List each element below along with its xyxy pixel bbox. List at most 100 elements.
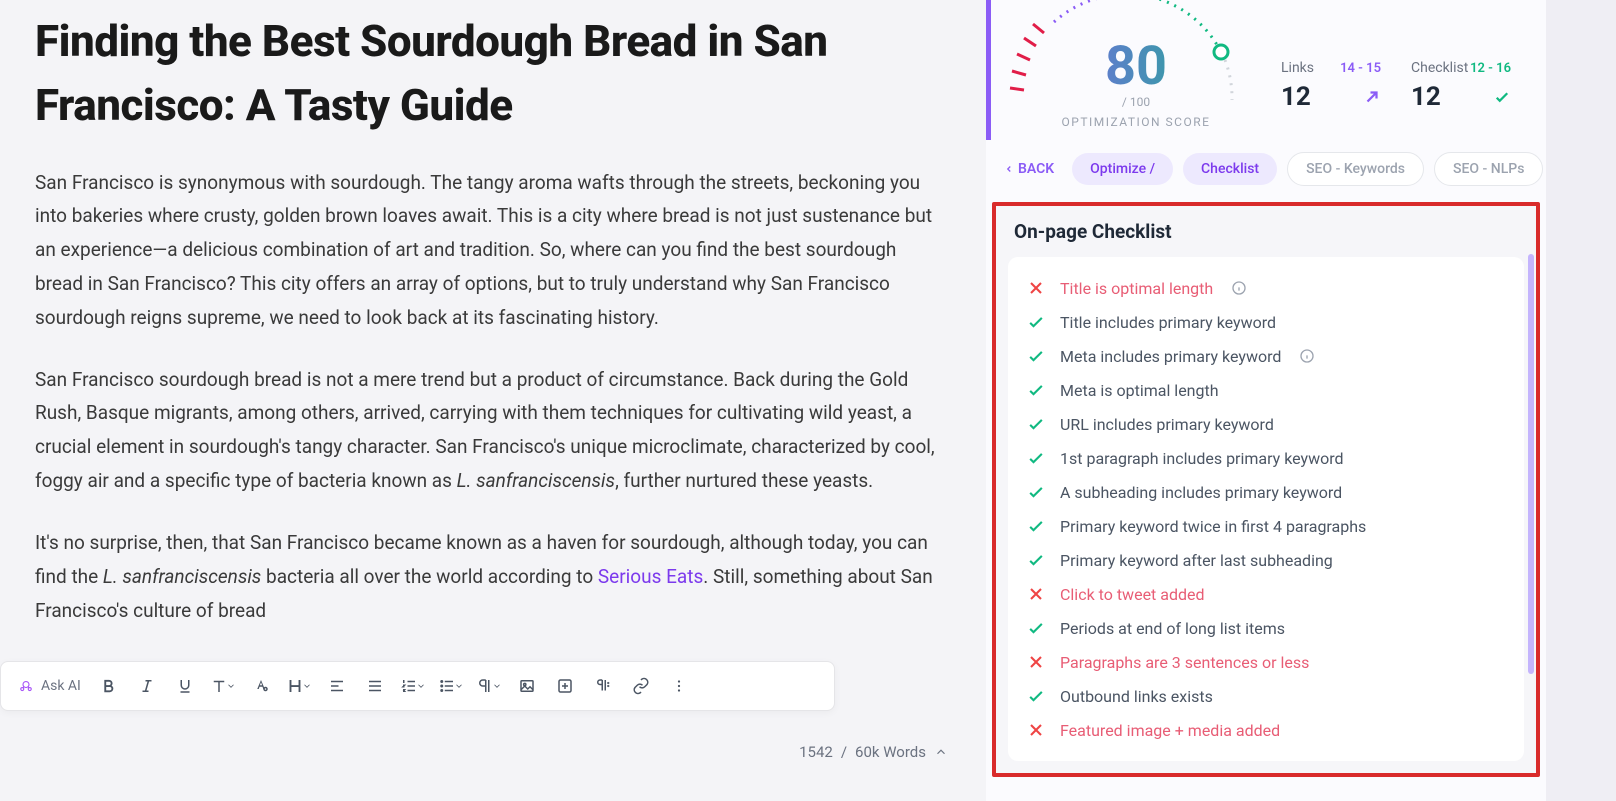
image-icon bbox=[518, 677, 536, 695]
checklist-item[interactable]: Click to tweet added bbox=[1026, 577, 1506, 611]
more-button[interactable] bbox=[661, 668, 697, 704]
show-formatting-button[interactable] bbox=[585, 668, 621, 704]
paragraph-2[interactable]: San Francisco sourdough bread is not a m… bbox=[35, 363, 945, 498]
word-count[interactable]: 1542 / 60k Words bbox=[799, 743, 948, 761]
link-icon bbox=[632, 677, 650, 695]
italic-button[interactable] bbox=[129, 668, 165, 704]
score-value: 80 bbox=[1011, 35, 1261, 98]
chevron-left-icon bbox=[1004, 164, 1014, 174]
x-icon bbox=[1026, 652, 1046, 672]
checklist-item-text: Primary keyword after last subheading bbox=[1060, 551, 1333, 570]
info-icon[interactable] bbox=[1231, 280, 1247, 296]
score-label: OPTIMIZATION SCORE bbox=[1011, 115, 1261, 129]
chevron-down-icon bbox=[454, 681, 464, 691]
ask-ai-button[interactable]: Ask AI bbox=[9, 668, 89, 704]
checklist-item[interactable]: Featured image + media added bbox=[1026, 713, 1506, 747]
paragraph-3[interactable]: It's no surprise, then, that San Francis… bbox=[35, 526, 945, 627]
checklist-item[interactable]: Primary keyword after last subheading bbox=[1026, 543, 1506, 577]
more-vertical-icon bbox=[670, 677, 688, 695]
italic-icon bbox=[138, 677, 156, 695]
scrollbar[interactable] bbox=[1528, 254, 1534, 763]
bullet-list-button[interactable] bbox=[433, 668, 469, 704]
align-left-icon bbox=[328, 677, 346, 695]
paragraph-1[interactable]: San Francisco is synonymous with sourdou… bbox=[35, 166, 945, 335]
checklist-item[interactable]: A subheading includes primary keyword bbox=[1026, 475, 1506, 509]
tab-optimize[interactable]: Optimize / bbox=[1072, 153, 1173, 185]
checklist-item[interactable]: Primary keyword twice in first 4 paragra… bbox=[1026, 509, 1506, 543]
tabs-row: BACK Optimize / Checklist SEO - Keywords… bbox=[986, 140, 1546, 198]
image-button[interactable] bbox=[509, 668, 545, 704]
checklist-item-text: Title includes primary keyword bbox=[1060, 313, 1276, 332]
metric-links: Links 14 - 15 12 bbox=[1281, 60, 1381, 112]
check-icon bbox=[1026, 516, 1046, 536]
metric-value: 12 bbox=[1281, 82, 1311, 112]
check-icon bbox=[1026, 414, 1046, 434]
arrow-up-right-icon bbox=[1363, 88, 1381, 106]
check-icon bbox=[1493, 88, 1511, 106]
article-body[interactable]: San Francisco is synonymous with sourdou… bbox=[35, 166, 945, 718]
paragraph-direction-button[interactable] bbox=[471, 668, 507, 704]
underline-button[interactable] bbox=[167, 668, 203, 704]
x-icon bbox=[1026, 584, 1046, 604]
metric-target: 12 - 16 bbox=[1470, 61, 1511, 76]
ai-icon bbox=[17, 677, 35, 695]
checklist-item[interactable]: Outbound links exists bbox=[1026, 679, 1506, 713]
text-tool-button[interactable] bbox=[205, 668, 241, 704]
insert-block-button[interactable] bbox=[547, 668, 583, 704]
ordered-list-button[interactable] bbox=[395, 668, 431, 704]
score-denom: / 100 bbox=[1011, 95, 1261, 109]
checklist-title: On-page Checklist bbox=[996, 220, 1536, 257]
check-icon bbox=[1026, 448, 1046, 468]
checklist-item-text: A subheading includes primary keyword bbox=[1060, 483, 1342, 502]
checklist-item[interactable]: Meta is optimal length bbox=[1026, 373, 1506, 407]
article-title[interactable]: Finding the Best Sourdough Bread in San … bbox=[35, 10, 945, 138]
checklist-item[interactable]: Periods at end of long list items bbox=[1026, 611, 1506, 645]
checklist-item[interactable]: Title includes primary keyword bbox=[1026, 305, 1506, 339]
text-color-icon bbox=[252, 677, 270, 695]
checklist-item-text: Meta includes primary keyword bbox=[1060, 347, 1281, 366]
align-left-button[interactable] bbox=[319, 668, 355, 704]
align-justify-button[interactable] bbox=[357, 668, 393, 704]
tab-seo-nlps[interactable]: SEO - NLPs bbox=[1434, 152, 1543, 186]
checklist-card: Title is optimal length Title includes pr… bbox=[1008, 257, 1524, 761]
check-icon bbox=[1026, 380, 1046, 400]
metric-checklist: Checklist12 - 16 12 bbox=[1411, 60, 1511, 112]
scrollbar-thumb[interactable] bbox=[1528, 254, 1534, 674]
metric-label: Checklist bbox=[1411, 60, 1468, 76]
check-icon bbox=[1026, 346, 1046, 366]
checklist-item[interactable]: Meta includes primary keyword bbox=[1026, 339, 1506, 373]
editor-area: Finding the Best Sourdough Bread in San … bbox=[0, 0, 980, 801]
bold-button[interactable] bbox=[91, 668, 127, 704]
tab-seo-keywords[interactable]: SEO - Keywords bbox=[1287, 152, 1424, 186]
collapsed-sidebar bbox=[1546, 0, 1616, 801]
link-button[interactable] bbox=[623, 668, 659, 704]
checklist-item[interactable]: 1st paragraph includes primary keyword bbox=[1026, 441, 1506, 475]
checklist-item-text: Paragraphs are 3 sentences or less bbox=[1060, 653, 1309, 672]
metric-value: 12 bbox=[1411, 82, 1441, 112]
checklist-item-text: Outbound links exists bbox=[1060, 687, 1213, 706]
info-icon[interactable] bbox=[1299, 348, 1315, 364]
checklist-item[interactable]: URL includes primary keyword bbox=[1026, 407, 1506, 441]
align-justify-icon bbox=[366, 677, 384, 695]
tab-checklist[interactable]: Checklist bbox=[1183, 153, 1277, 185]
x-icon bbox=[1026, 278, 1046, 298]
checklist-item[interactable]: Title is optimal length bbox=[1026, 271, 1506, 305]
link-serious-eats[interactable]: Serious Eats bbox=[598, 565, 703, 588]
chevron-down-icon bbox=[302, 681, 312, 691]
metric-target: 14 - 15 bbox=[1340, 61, 1381, 76]
chevron-up-icon bbox=[934, 745, 948, 759]
check-icon bbox=[1026, 686, 1046, 706]
checklist-panel: On-page Checklist Title is optimal lengt… bbox=[992, 202, 1540, 777]
checklist-item-text: Primary keyword twice in first 4 paragra… bbox=[1060, 517, 1366, 536]
metrics: Links 14 - 15 12 Checklist12 - 16 12 bbox=[1281, 0, 1511, 112]
back-button[interactable]: BACK bbox=[1004, 161, 1054, 177]
heading-button[interactable] bbox=[281, 668, 317, 704]
text-color-button[interactable] bbox=[243, 668, 279, 704]
checklist-item[interactable]: Paragraphs are 3 sentences or less bbox=[1026, 645, 1506, 679]
checklist-item-text: Click to tweet added bbox=[1060, 585, 1205, 604]
chevron-down-icon bbox=[416, 681, 426, 691]
checklist-item-text: Featured image + media added bbox=[1060, 721, 1280, 740]
optimization-gauge: 80 / 100 OPTIMIZATION SCORE bbox=[1011, 0, 1261, 130]
check-icon bbox=[1026, 550, 1046, 570]
metric-label: Links bbox=[1281, 60, 1314, 76]
